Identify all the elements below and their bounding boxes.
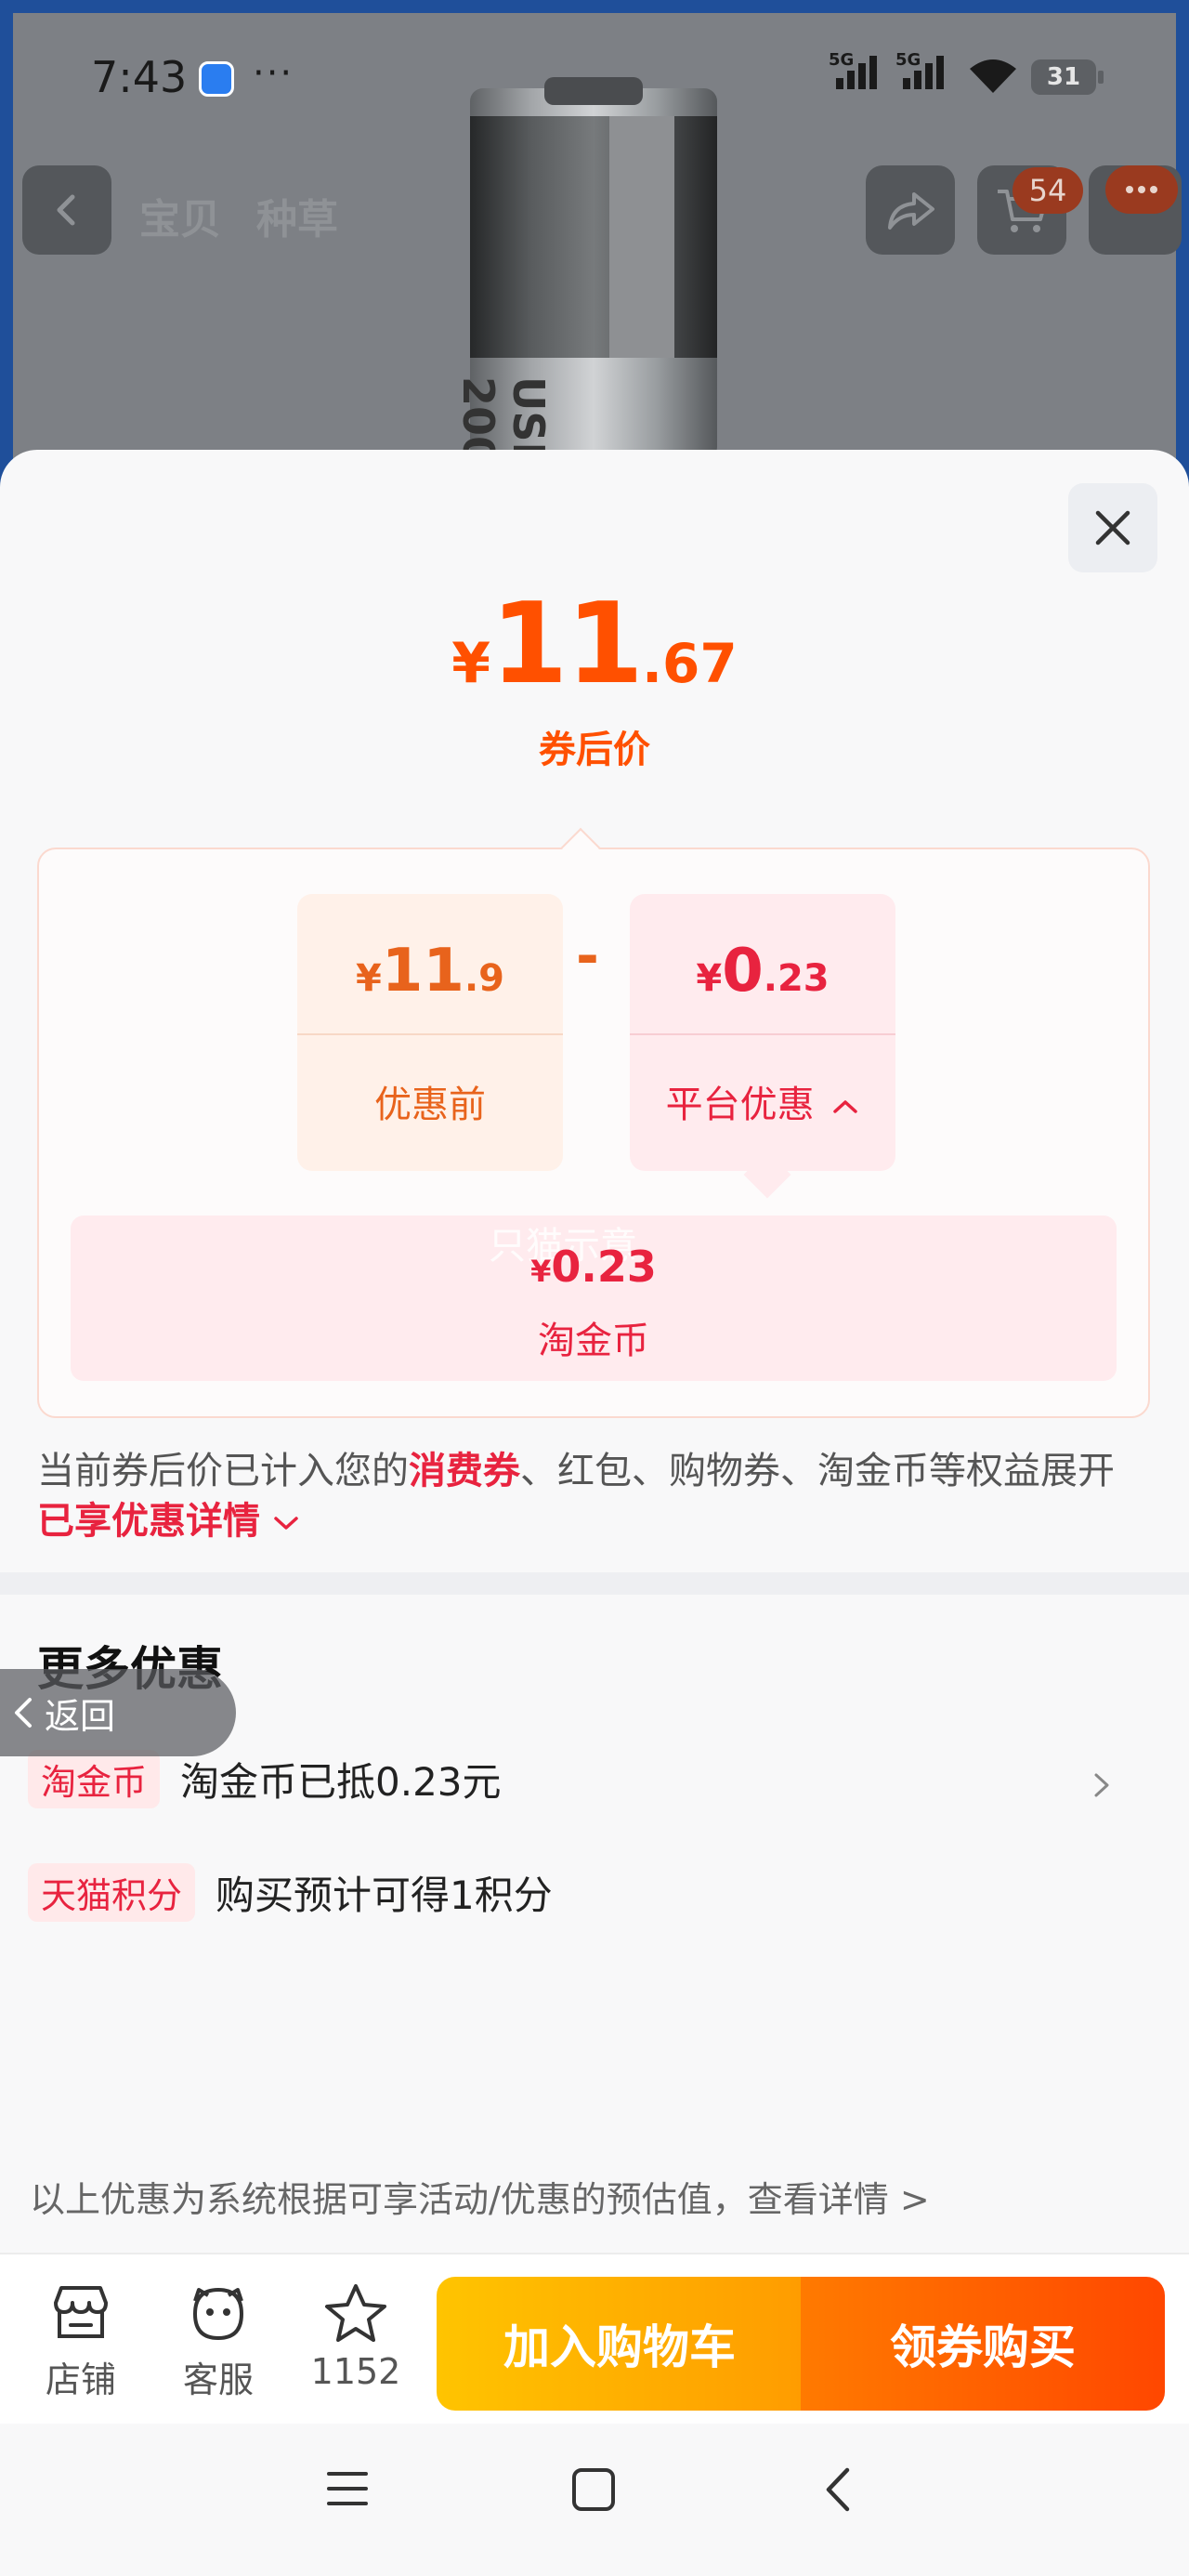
- customer-service-button[interactable]: 客服: [158, 2282, 279, 2402]
- price-before-card: ¥11.9 优惠前: [297, 894, 563, 1171]
- service-label: 客服: [182, 2359, 254, 2400]
- star-icon: [325, 2284, 386, 2342]
- consumer-coupon-link[interactable]: 消费券: [409, 1450, 520, 1492]
- chevron-left-icon: [15, 1698, 32, 1728]
- share-icon: [888, 192, 934, 230]
- signal-icon-1: 5G: [829, 50, 881, 89]
- wifi-icon: [970, 59, 1016, 93]
- store-icon: [54, 2286, 108, 2338]
- close-icon: [1095, 510, 1130, 545]
- tab-recommend[interactable]: 种草: [256, 186, 338, 245]
- favorite-count: 1152: [310, 2351, 401, 2392]
- status-bar: 7:43 ··· 5G 5G 31: [0, 0, 1189, 158]
- chevron-down-icon[interactable]: [272, 1513, 300, 1533]
- return-button[interactable]: 返回: [0, 1669, 236, 1756]
- offer-tag: 天猫积分: [28, 1862, 196, 1922]
- final-price-label: 券后价: [539, 729, 650, 771]
- message-icon[interactable]: [1105, 165, 1178, 214]
- signal-icon-2: 5G: [895, 50, 947, 89]
- platform-discount-label: 平台优惠: [630, 1074, 895, 1128]
- offer-row-taojinbi[interactable]: 淘金币 淘金币已抵0.23元: [28, 1749, 502, 1808]
- minus-sign: -: [576, 924, 599, 989]
- claim-coupon-buy-button[interactable]: 领券购买: [801, 2277, 1165, 2411]
- menu-icon[interactable]: [325, 2468, 370, 2509]
- close-button[interactable]: [1068, 483, 1157, 572]
- store-button[interactable]: 店铺: [20, 2282, 141, 2402]
- battery-icon: 31: [1031, 59, 1104, 95]
- app-notification-icon: [199, 61, 234, 97]
- chevron-right-icon[interactable]: [1091, 1769, 1113, 1801]
- final-price: ¥11.67: [451, 580, 738, 709]
- back-button[interactable]: [22, 165, 111, 255]
- offer-text: 淘金币已抵0.23元: [180, 1758, 502, 1805]
- favorite-button[interactable]: 1152: [295, 2282, 416, 2392]
- share-button[interactable]: [866, 165, 955, 255]
- estimate-disclaimer-link[interactable]: 以上优惠为系统根据可享活动/优惠的预估值，查看详情 >: [30, 2171, 930, 2222]
- store-label: 店铺: [45, 2359, 116, 2400]
- service-icon: [193, 2288, 243, 2340]
- home-icon[interactable]: [570, 2466, 617, 2513]
- clock: 7:43: [91, 52, 188, 102]
- back-nav-icon[interactable]: [819, 2464, 856, 2515]
- more-notifications-icon: ···: [253, 52, 294, 95]
- discount-details-toggle[interactable]: 已享优惠详情: [37, 1500, 260, 1543]
- tab-product[interactable]: 宝贝: [139, 186, 221, 245]
- chevron-up-icon: [833, 1100, 858, 1113]
- section-divider: [0, 1572, 1189, 1595]
- platform-discount-card[interactable]: ¥0.23 平台优惠: [630, 894, 895, 1171]
- system-nav-bar: [0, 2424, 1189, 2576]
- cart-count-badge: 54: [1013, 167, 1083, 214]
- return-label: 返回: [45, 1695, 116, 1737]
- offer-text: 购买预计可得1积分: [216, 1872, 553, 1918]
- offer-tag: 淘金币: [28, 1749, 161, 1808]
- taojinbi-discount-card: 只猫示意 ¥0.23 淘金币: [71, 1216, 1117, 1381]
- add-to-cart-button[interactable]: 加入购物车: [437, 2277, 803, 2411]
- price-before-label: 优惠前: [374, 1084, 486, 1126]
- offer-row-tmall-points: 天猫积分 购买预计可得1积分: [28, 1862, 553, 1922]
- benefit-note: 当前券后价已计入您的消费券、红包、购物券、淘金币等权益展开已享优惠详情: [37, 1450, 1115, 1543]
- taojinbi-label: 淘金币: [538, 1320, 649, 1362]
- chevron-left-icon: [57, 194, 75, 226]
